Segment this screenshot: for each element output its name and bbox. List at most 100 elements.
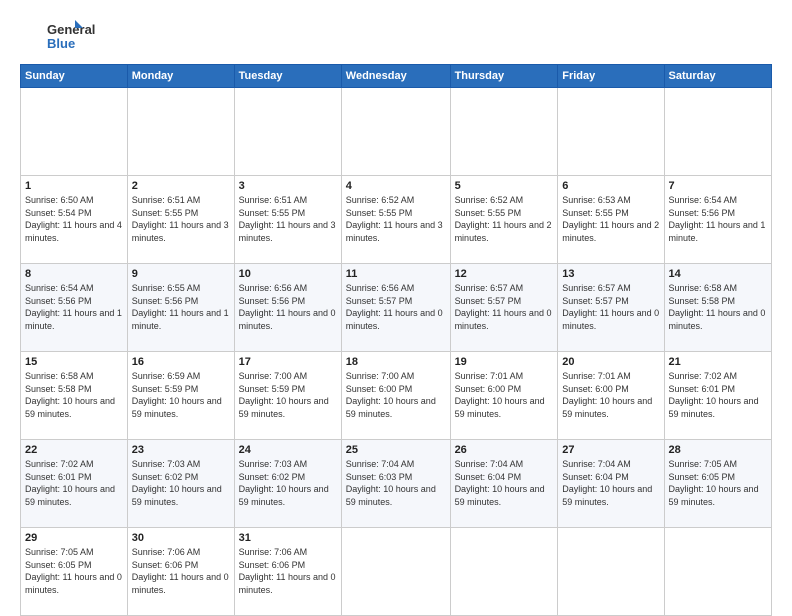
day-number: 25 <box>346 444 446 456</box>
day-info: Sunrise: 6:57 AMSunset: 5:57 PMDaylight:… <box>455 282 554 332</box>
day-info: Sunrise: 7:02 AMSunset: 6:01 PMDaylight:… <box>25 458 123 508</box>
day-info: Sunrise: 6:59 AMSunset: 5:59 PMDaylight:… <box>132 370 230 420</box>
day-number: 7 <box>669 180 767 192</box>
day-number: 22 <box>25 444 123 456</box>
day-info: Sunrise: 7:01 AMSunset: 6:00 PMDaylight:… <box>455 370 554 420</box>
day-number: 13 <box>562 268 659 280</box>
calendar-cell: 5Sunrise: 6:52 AMSunset: 5:55 PMDaylight… <box>450 176 558 264</box>
day-info: Sunrise: 6:52 AMSunset: 5:55 PMDaylight:… <box>346 194 446 244</box>
day-info: Sunrise: 7:04 AMSunset: 6:04 PMDaylight:… <box>455 458 554 508</box>
day-info: Sunrise: 6:54 AMSunset: 5:56 PMDaylight:… <box>669 194 767 244</box>
calendar-cell: 1Sunrise: 6:50 AMSunset: 5:54 PMDaylight… <box>21 176 128 264</box>
logo: General Blue <box>20 18 110 54</box>
calendar-cell <box>127 88 234 176</box>
day-info: Sunrise: 7:05 AMSunset: 6:05 PMDaylight:… <box>669 458 767 508</box>
day-info: Sunrise: 6:53 AMSunset: 5:55 PMDaylight:… <box>562 194 659 244</box>
day-number: 26 <box>455 444 554 456</box>
calendar-cell: 19 Sunrise: 7:01 AMSunset: 6:00 PMDayligh… <box>450 352 558 440</box>
day-info: Sunrise: 7:03 AMSunset: 6:02 PMDaylight:… <box>132 458 230 508</box>
day-info: Sunrise: 7:00 AMSunset: 5:59 PMDaylight:… <box>239 370 337 420</box>
day-number: 27 <box>562 444 659 456</box>
calendar-cell <box>558 528 664 616</box>
day-number: 19 <box>455 356 554 368</box>
calendar-cell: 20 Sunrise: 7:01 AMSunset: 6:00 PMDayligh… <box>558 352 664 440</box>
calendar-cell: 4 Sunrise: 6:52 AMSunset: 5:55 PMDaylight… <box>341 176 450 264</box>
day-number: 8 <box>25 268 123 280</box>
logo-icon: General Blue <box>20 18 110 54</box>
calendar-cell: 24Sunrise: 7:03 AMSunset: 6:02 PMDayligh… <box>234 440 341 528</box>
calendar-cell <box>664 88 771 176</box>
calendar-cell: 21 Sunrise: 7:02 AMSunset: 6:01 PMDayligh… <box>664 352 771 440</box>
calendar-cell: 12Sunrise: 6:57 AMSunset: 5:57 PMDayligh… <box>450 264 558 352</box>
day-number: 6 <box>562 180 659 192</box>
calendar-cell <box>450 88 558 176</box>
weekday-header-saturday: Saturday <box>664 65 771 88</box>
day-info: Sunrise: 6:51 AMSunset: 5:55 PMDaylight:… <box>132 194 230 244</box>
calendar-cell: 2 Sunrise: 6:51 AMSunset: 5:55 PMDaylight… <box>127 176 234 264</box>
weekday-header-wednesday: Wednesday <box>341 65 450 88</box>
day-info: Sunrise: 7:04 AMSunset: 6:03 PMDaylight:… <box>346 458 446 508</box>
day-number: 23 <box>132 444 230 456</box>
calendar-cell: 29 Sunrise: 7:05 AMSunset: 6:05 PMDayligh… <box>21 528 128 616</box>
calendar-cell: 25 Sunrise: 7:04 AMSunset: 6:03 PMDayligh… <box>341 440 450 528</box>
calendar-cell: 3Sunrise: 6:51 AMSunset: 5:55 PMDaylight… <box>234 176 341 264</box>
day-number: 30 <box>132 532 230 544</box>
calendar-cell: 13 Sunrise: 6:57 AMSunset: 5:57 PMDayligh… <box>558 264 664 352</box>
calendar-cell <box>664 528 771 616</box>
day-info: Sunrise: 7:05 AMSunset: 6:05 PMDaylight:… <box>25 546 123 596</box>
weekday-header-sunday: Sunday <box>21 65 128 88</box>
day-number: 9 <box>132 268 230 280</box>
day-number: 16 <box>132 356 230 368</box>
day-info: Sunrise: 6:58 AMSunset: 5:58 PMDaylight:… <box>25 370 123 420</box>
calendar-cell <box>558 88 664 176</box>
calendar-cell: 28Sunrise: 7:05 AMSunset: 6:05 PMDayligh… <box>664 440 771 528</box>
calendar-cell: 14Sunrise: 6:58 AMSunset: 5:58 PMDayligh… <box>664 264 771 352</box>
calendar-week-4: 22 Sunrise: 7:02 AMSunset: 6:01 PMDayligh… <box>21 440 772 528</box>
calendar-cell <box>341 88 450 176</box>
day-info: Sunrise: 6:56 AMSunset: 5:57 PMDaylight:… <box>346 282 446 332</box>
day-info: Sunrise: 7:01 AMSunset: 6:00 PMDaylight:… <box>562 370 659 420</box>
calendar-cell: 8Sunrise: 6:54 AMSunset: 5:56 PMDaylight… <box>21 264 128 352</box>
calendar-week-2: 8Sunrise: 6:54 AMSunset: 5:56 PMDaylight… <box>21 264 772 352</box>
svg-text:Blue: Blue <box>47 36 75 51</box>
day-number: 4 <box>346 180 446 192</box>
day-number: 11 <box>346 268 446 280</box>
day-number: 29 <box>25 532 123 544</box>
calendar-cell: 10Sunrise: 6:56 AMSunset: 5:56 PMDayligh… <box>234 264 341 352</box>
day-info: Sunrise: 7:04 AMSunset: 6:04 PMDaylight:… <box>562 458 659 508</box>
calendar-week-3: 15 Sunrise: 6:58 AMSunset: 5:58 PMDayligh… <box>21 352 772 440</box>
day-info: Sunrise: 6:55 AMSunset: 5:56 PMDaylight:… <box>132 282 230 332</box>
calendar-cell: 22 Sunrise: 7:02 AMSunset: 6:01 PMDayligh… <box>21 440 128 528</box>
calendar-cell: 23 Sunrise: 7:03 AMSunset: 6:02 PMDayligh… <box>127 440 234 528</box>
day-info: Sunrise: 6:52 AMSunset: 5:55 PMDaylight:… <box>455 194 554 244</box>
day-info: Sunrise: 6:57 AMSunset: 5:57 PMDaylight:… <box>562 282 659 332</box>
calendar-header-row: SundayMondayTuesdayWednesdayThursdayFrid… <box>21 65 772 88</box>
calendar-cell: 26 Sunrise: 7:04 AMSunset: 6:04 PMDayligh… <box>450 440 558 528</box>
day-number: 20 <box>562 356 659 368</box>
day-info: Sunrise: 7:06 AMSunset: 6:06 PMDaylight:… <box>239 546 337 596</box>
day-info: Sunrise: 7:00 AMSunset: 6:00 PMDaylight:… <box>346 370 446 420</box>
calendar-cell <box>450 528 558 616</box>
day-info: Sunrise: 7:02 AMSunset: 6:01 PMDaylight:… <box>669 370 767 420</box>
calendar-week-1: 1Sunrise: 6:50 AMSunset: 5:54 PMDaylight… <box>21 176 772 264</box>
day-number: 1 <box>25 180 123 192</box>
weekday-header-tuesday: Tuesday <box>234 65 341 88</box>
weekday-header-monday: Monday <box>127 65 234 88</box>
calendar-cell: 30 Sunrise: 7:06 AMSunset: 6:06 PMDayligh… <box>127 528 234 616</box>
day-number: 2 <box>132 180 230 192</box>
calendar-cell: 6 Sunrise: 6:53 AMSunset: 5:55 PMDaylight… <box>558 176 664 264</box>
day-number: 17 <box>239 356 337 368</box>
day-info: Sunrise: 7:06 AMSunset: 6:06 PMDaylight:… <box>132 546 230 596</box>
calendar-cell: 17 Sunrise: 7:00 AMSunset: 5:59 PMDayligh… <box>234 352 341 440</box>
calendar-week-5: 29 Sunrise: 7:05 AMSunset: 6:05 PMDayligh… <box>21 528 772 616</box>
calendar-cell: 16 Sunrise: 6:59 AMSunset: 5:59 PMDayligh… <box>127 352 234 440</box>
calendar-cell <box>341 528 450 616</box>
svg-text:General: General <box>47 22 95 37</box>
day-number: 10 <box>239 268 337 280</box>
day-number: 21 <box>669 356 767 368</box>
day-number: 3 <box>239 180 337 192</box>
calendar-cell: 7 Sunrise: 6:54 AMSunset: 5:56 PMDaylight… <box>664 176 771 264</box>
calendar-table: SundayMondayTuesdayWednesdayThursdayFrid… <box>20 64 772 616</box>
calendar-cell: 18Sunrise: 7:00 AMSunset: 6:00 PMDayligh… <box>341 352 450 440</box>
day-number: 15 <box>25 356 123 368</box>
